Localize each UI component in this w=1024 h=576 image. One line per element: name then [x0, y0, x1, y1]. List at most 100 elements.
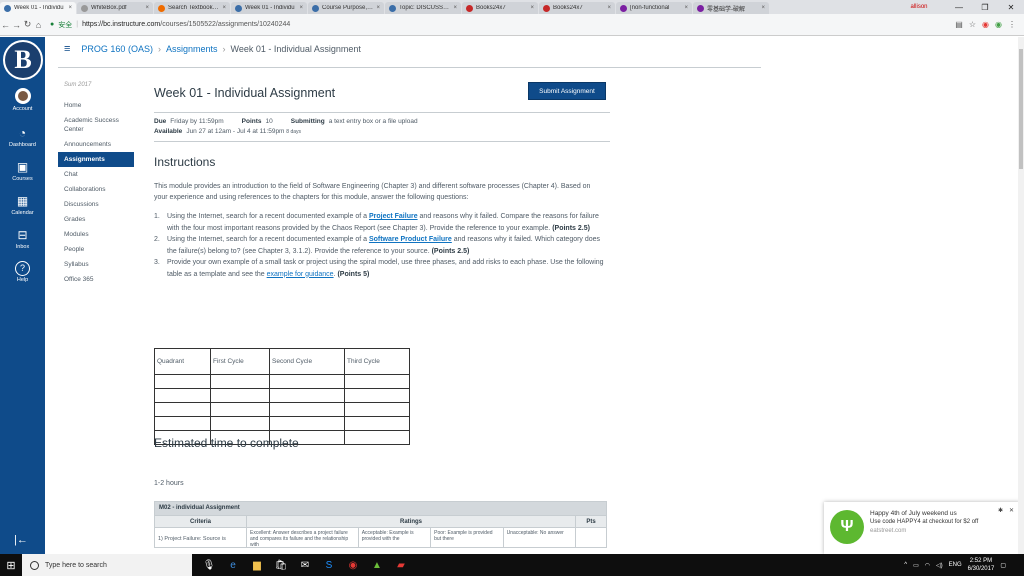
- course-nav-item[interactable]: Modules: [58, 227, 134, 242]
- tray-chevron-icon[interactable]: ^: [904, 562, 907, 568]
- notifications-icon[interactable]: ▢: [1000, 562, 1006, 569]
- chrome-icon[interactable]: ◉: [344, 556, 362, 574]
- settings-gear-icon[interactable]: ✱: [998, 507, 1003, 514]
- browser-tab[interactable]: Week 01 - Individu ×: [0, 2, 76, 14]
- due-date: Friday by 11:59pm: [170, 118, 224, 125]
- breadcrumb-course[interactable]: PROG 160 (OAS): [81, 44, 153, 54]
- course-nav-item[interactable]: Collaborations: [58, 182, 134, 197]
- translate-icon[interactable]: ▤: [955, 20, 963, 29]
- course-nav-item[interactable]: Syllabus: [58, 257, 134, 272]
- tab-close-icon[interactable]: ×: [222, 5, 226, 11]
- tab-close-icon[interactable]: ×: [299, 5, 303, 11]
- nav-account[interactable]: Account: [0, 85, 45, 115]
- breadcrumb-assignments[interactable]: Assignments: [166, 44, 218, 54]
- course-nav-item[interactable]: People: [58, 242, 134, 257]
- available-range: Jun 27 at 12am - Jul 4 at 11:59pm: [186, 128, 285, 135]
- close-window-button[interactable]: ✕: [998, 3, 1024, 12]
- example-guidance-link[interactable]: example for guidance: [267, 271, 334, 278]
- mail-icon[interactable]: ✉: [296, 556, 314, 574]
- network-icon[interactable]: ▭: [913, 562, 919, 569]
- menu-dots-icon[interactable]: ⋮: [1008, 20, 1016, 29]
- tab-close-icon[interactable]: ×: [530, 5, 534, 11]
- hamburger-menu-icon[interactable]: ≡: [64, 43, 70, 55]
- url-field[interactable]: ● 安全 | https://bc.instructure.com/course…: [50, 20, 955, 30]
- inbox-icon: ⊟: [17, 228, 28, 242]
- chrome-ext-icon[interactable]: ◉: [995, 20, 1002, 29]
- page-scrollbar[interactable]: [1018, 37, 1024, 554]
- home-icon[interactable]: ⌂: [33, 20, 44, 30]
- table-header-cell: Third Cycle: [344, 348, 410, 375]
- extension-icon[interactable]: ◉: [982, 20, 989, 29]
- points-value: 10: [265, 118, 273, 125]
- course-nav-item[interactable]: Home: [58, 98, 134, 113]
- reload-icon[interactable]: ↻: [22, 19, 33, 30]
- skype-icon[interactable]: S: [320, 556, 338, 574]
- tab-close-icon[interactable]: ×: [68, 5, 72, 11]
- nav-inbox[interactable]: ⊟ Inbox: [0, 224, 45, 253]
- wifi-icon[interactable]: ◠: [925, 562, 930, 569]
- school-logo[interactable]: B: [3, 40, 43, 80]
- extension-icons: ▤ ☆ ◉ ◉ ⋮: [955, 20, 1016, 29]
- tab-close-icon[interactable]: ×: [761, 5, 765, 11]
- course-nav-item[interactable]: Academic Success Center: [58, 113, 134, 137]
- course-nav-item[interactable]: Assignments: [58, 152, 134, 167]
- software-product-failure-link[interactable]: Software Product Failure: [369, 236, 452, 243]
- browser-tab[interactable]: Search Textbook So ×: [154, 2, 230, 14]
- scrollbar-thumb[interactable]: [1019, 49, 1023, 169]
- course-term: Sum 2017: [64, 82, 92, 88]
- submit-assignment-button[interactable]: Submit Assignment: [528, 82, 606, 100]
- eatstreet-logo-icon: Ψ: [830, 510, 864, 544]
- browser-tab[interactable]: Course Purpose, Te ×: [308, 2, 384, 14]
- acrobat-icon[interactable]: ▰: [392, 556, 410, 574]
- favicon-icon: [4, 4, 11, 12]
- tab-close-icon[interactable]: ×: [607, 5, 611, 11]
- edge-icon[interactable]: e: [224, 556, 242, 574]
- course-nav-item[interactable]: Grades: [58, 212, 134, 227]
- project-failure-link[interactable]: Project Failure: [369, 213, 418, 220]
- course-nav-item[interactable]: Chat: [58, 167, 134, 182]
- browser-tab[interactable]: Topic: DISCUSSION ×: [385, 2, 461, 14]
- tab-close-icon[interactable]: ×: [376, 5, 380, 11]
- course-nav-item[interactable]: Announcements: [58, 137, 134, 152]
- profile-name[interactable]: allison: [906, 4, 932, 10]
- volume-icon[interactable]: ◁): [936, 562, 943, 569]
- language-indicator[interactable]: ENG: [949, 562, 962, 568]
- collapse-nav-icon[interactable]: |←: [14, 534, 28, 546]
- nav-help[interactable]: ? Help: [0, 258, 45, 286]
- course-nav-item[interactable]: Office 365: [58, 272, 134, 287]
- browser-tab[interactable]: Books24x7 ×: [462, 2, 538, 14]
- forward-icon[interactable]: →: [11, 20, 22, 30]
- taskbar-search-field[interactable]: Type here to search: [22, 554, 192, 576]
- browser-tab[interactable]: WhiteBox.pdf ×: [77, 2, 153, 14]
- notification-toast[interactable]: Ψ Happy 4th of July weekend us Use code …: [824, 502, 1020, 554]
- close-icon[interactable]: ✕: [1009, 507, 1014, 514]
- list-item: 2. Using the Internet, search for a recen…: [154, 236, 601, 255]
- nav-dashboard[interactable]: ◔ Dashboard: [0, 122, 45, 151]
- estimate-value: 1-2 hours: [154, 480, 184, 487]
- minimize-button[interactable]: —: [946, 3, 972, 12]
- instructions-intro: This module provides an introduction to …: [154, 183, 591, 201]
- browser-tab[interactable]: 零基础学-破解 ×: [693, 2, 769, 14]
- browser-tab[interactable]: [non-functional ×: [616, 2, 692, 14]
- windows-start-icon[interactable]: ⊞: [0, 559, 22, 572]
- lock-icon: ●: [50, 21, 55, 28]
- maximize-button[interactable]: ❐: [972, 3, 998, 12]
- tab-close-icon[interactable]: ×: [453, 5, 457, 11]
- bookmark-star-icon[interactable]: ☆: [969, 20, 976, 29]
- tab-close-icon[interactable]: ×: [145, 5, 149, 11]
- store-icon[interactable]: 🛍: [272, 556, 290, 574]
- browser-tab[interactable]: Books24x7 ×: [539, 2, 615, 14]
- taskbar-clock[interactable]: 2:52 PM 6/30/2017: [968, 557, 995, 573]
- browser-tab[interactable]: Week 01 - Individu ×: [231, 2, 307, 14]
- speedometer-icon: ◔: [18, 126, 27, 140]
- course-nav-item[interactable]: Discussions: [58, 197, 134, 212]
- nav-calendar[interactable]: ▦ Calendar: [0, 190, 45, 219]
- file-explorer-icon[interactable]: ▆: [248, 556, 266, 574]
- nav-courses[interactable]: ▣ Courses: [0, 156, 45, 185]
- favicon-icon: [466, 4, 473, 12]
- app-icon[interactable]: ▲: [368, 556, 386, 574]
- assignment-content: Submit Assignment Week 01 - Individual A…: [154, 80, 610, 280]
- microphone-icon[interactable]: 🎙: [200, 556, 218, 574]
- tab-close-icon[interactable]: ×: [684, 5, 688, 11]
- back-icon[interactable]: ←: [0, 20, 11, 30]
